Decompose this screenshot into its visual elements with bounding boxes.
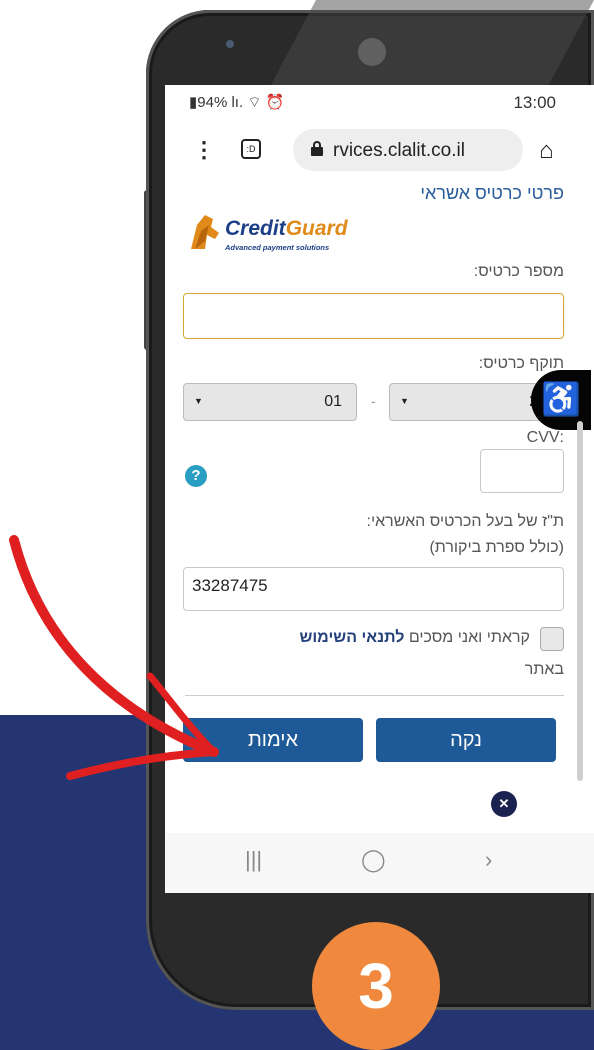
scrollbar[interactable] [577, 421, 583, 781]
id-sublabel: (כולל ספרת ביקורת) [429, 539, 564, 556]
tabs-icon[interactable]: :D [241, 139, 261, 159]
card-number-label: מספר כרטיס: [473, 263, 564, 280]
android-nav-bar: ||| ◯ › [165, 833, 594, 893]
camera-icon [226, 40, 234, 48]
card-number-input[interactable] [183, 293, 564, 339]
logo-tagline: Advanced payment solutions [225, 243, 330, 252]
terms-prefix: קראתי ואני מסכים [408, 629, 530, 646]
browser-url-bar: ⋮ :D rvices.clalit.co.il ⌂ [165, 123, 594, 183]
dropdown-arrow-icon: ▼ [400, 396, 409, 406]
step-number-badge: 3 [312, 922, 440, 1050]
back-nav-icon[interactable]: › [485, 847, 492, 873]
close-icon[interactable]: ✕ [491, 791, 517, 817]
wifi-icon: ⌔ [247, 94, 262, 111]
dropdown-arrow-icon: ▼ [194, 396, 203, 406]
address-bar[interactable]: rvices.clalit.co.il [293, 129, 523, 171]
expiry-month-value: 01 [324, 393, 342, 410]
status-bar: ▮94% lı. ⌔ ⏰ 13:00 [165, 85, 594, 123]
recent-apps-icon[interactable]: ||| [245, 847, 262, 873]
battery-level: 94% [197, 94, 228, 111]
terms-suffix: באתר [524, 661, 564, 678]
clear-button[interactable]: נקה [376, 718, 556, 762]
alarm-icon: ⏰ [265, 94, 285, 111]
payment-form: פרטי כרטיס אשראי CreditGuard Advanced pa… [165, 183, 594, 833]
creditguard-logo: CreditGuard Advanced payment solutions [185, 211, 375, 257]
signal-icon: lı. [231, 94, 244, 111]
terms-checkbox[interactable] [540, 627, 564, 651]
divider [185, 695, 564, 696]
id-number-value: 33287475 [192, 576, 268, 595]
expiry-label: תוקף כרטיס: [478, 355, 564, 372]
lock-icon [311, 141, 323, 156]
verify-button[interactable]: אימות [183, 718, 363, 762]
page-title: פרטי כרטיס אשראי [420, 183, 564, 203]
help-icon[interactable]: ? [185, 465, 207, 487]
url-text: rvices.clalit.co.il [333, 140, 465, 161]
phone-screen: ▮94% lı. ⌔ ⏰ 13:00 ⋮ :D rvices.clalit.co… [165, 85, 594, 893]
cvv-input[interactable] [480, 449, 564, 493]
home-nav-icon[interactable]: ◯ [361, 847, 386, 873]
expiry-month-select[interactable]: ▼ 01 [183, 383, 357, 421]
home-icon[interactable]: ⌂ [539, 137, 554, 165]
expiry-separator: - [371, 393, 376, 409]
status-icons: ▮94% lı. ⌔ ⏰ [189, 93, 284, 112]
knight-logo-icon [191, 215, 219, 249]
logo-wordmark: CreditGuard [225, 217, 348, 240]
terms-link[interactable]: לתנאי השימוש [299, 629, 404, 646]
camera-lens-icon [358, 38, 386, 66]
id-number-input[interactable]: 33287475 [183, 567, 564, 611]
status-time: 13:00 [513, 93, 556, 112]
id-label: ת"ז של בעל הכרטיס האשראי: [366, 513, 564, 530]
terms-text: קראתי ואני מסכים לתנאי השימוש [299, 629, 530, 647]
more-menu-icon[interactable]: ⋮ [193, 137, 215, 163]
cvv-label: :CVV [526, 429, 564, 446]
